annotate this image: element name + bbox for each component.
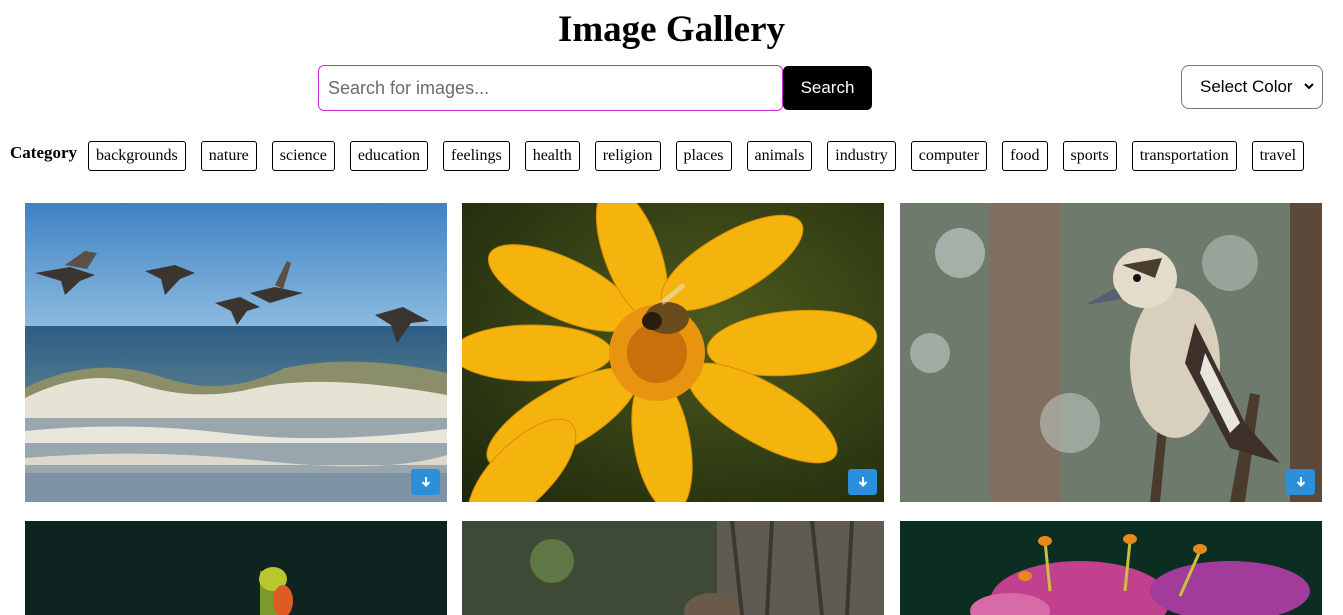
category-chip-places[interactable]: places [675, 141, 732, 171]
gallery-card[interactable] [462, 521, 884, 615]
category-chip-science[interactable]: science [271, 141, 335, 171]
gallery-card[interactable] [900, 203, 1322, 502]
category-label: Category [10, 143, 78, 162]
gallery-card[interactable] [462, 203, 884, 502]
gallery-card[interactable] [25, 521, 447, 615]
category-chip-education[interactable]: education [349, 141, 429, 171]
search-button[interactable]: Search [783, 66, 872, 110]
category-chip-food[interactable]: food [1002, 141, 1048, 171]
category-chip-religion[interactable]: religion [594, 141, 661, 171]
download-button[interactable] [411, 469, 440, 495]
page-title: Image Gallery [557, 9, 786, 50]
category-chip-health[interactable]: health [524, 141, 580, 171]
pink-lily-image [900, 521, 1322, 615]
category-chip-transportation[interactable]: transportation [1131, 141, 1237, 171]
gallery-card[interactable] [900, 521, 1322, 615]
category-chip-backgrounds[interactable]: backgrounds [88, 141, 186, 171]
download-arrow-icon [1296, 477, 1305, 487]
squirrel-tree-image [462, 521, 884, 615]
flower-bud-image [25, 521, 447, 615]
download-arrow-icon [421, 477, 430, 487]
category-chips: backgrounds nature science education fee… [88, 141, 1305, 171]
category-chip-computer[interactable]: computer [910, 141, 988, 171]
chevron-down-icon [1304, 83, 1314, 90]
download-button[interactable] [1286, 469, 1315, 495]
color-select-value: Select Color [1200, 77, 1293, 96]
gallery-card[interactable] [25, 203, 447, 502]
color-select[interactable]: Select Color [1181, 65, 1323, 109]
category-chip-nature[interactable]: nature [200, 141, 257, 171]
category-chip-feelings[interactable]: feelings [443, 141, 510, 171]
pelicans-image [25, 203, 447, 502]
download-arrow-icon [858, 477, 867, 487]
category-chip-travel[interactable]: travel [1251, 141, 1305, 171]
search-input[interactable] [318, 65, 783, 111]
category-chip-sports[interactable]: sports [1062, 141, 1117, 171]
download-button[interactable] [848, 469, 877, 495]
bee-flower-image [462, 203, 884, 502]
category-chip-industry[interactable]: industry [827, 141, 896, 171]
category-chip-animals[interactable]: animals [746, 141, 813, 171]
kookaburra-image [900, 203, 1322, 502]
